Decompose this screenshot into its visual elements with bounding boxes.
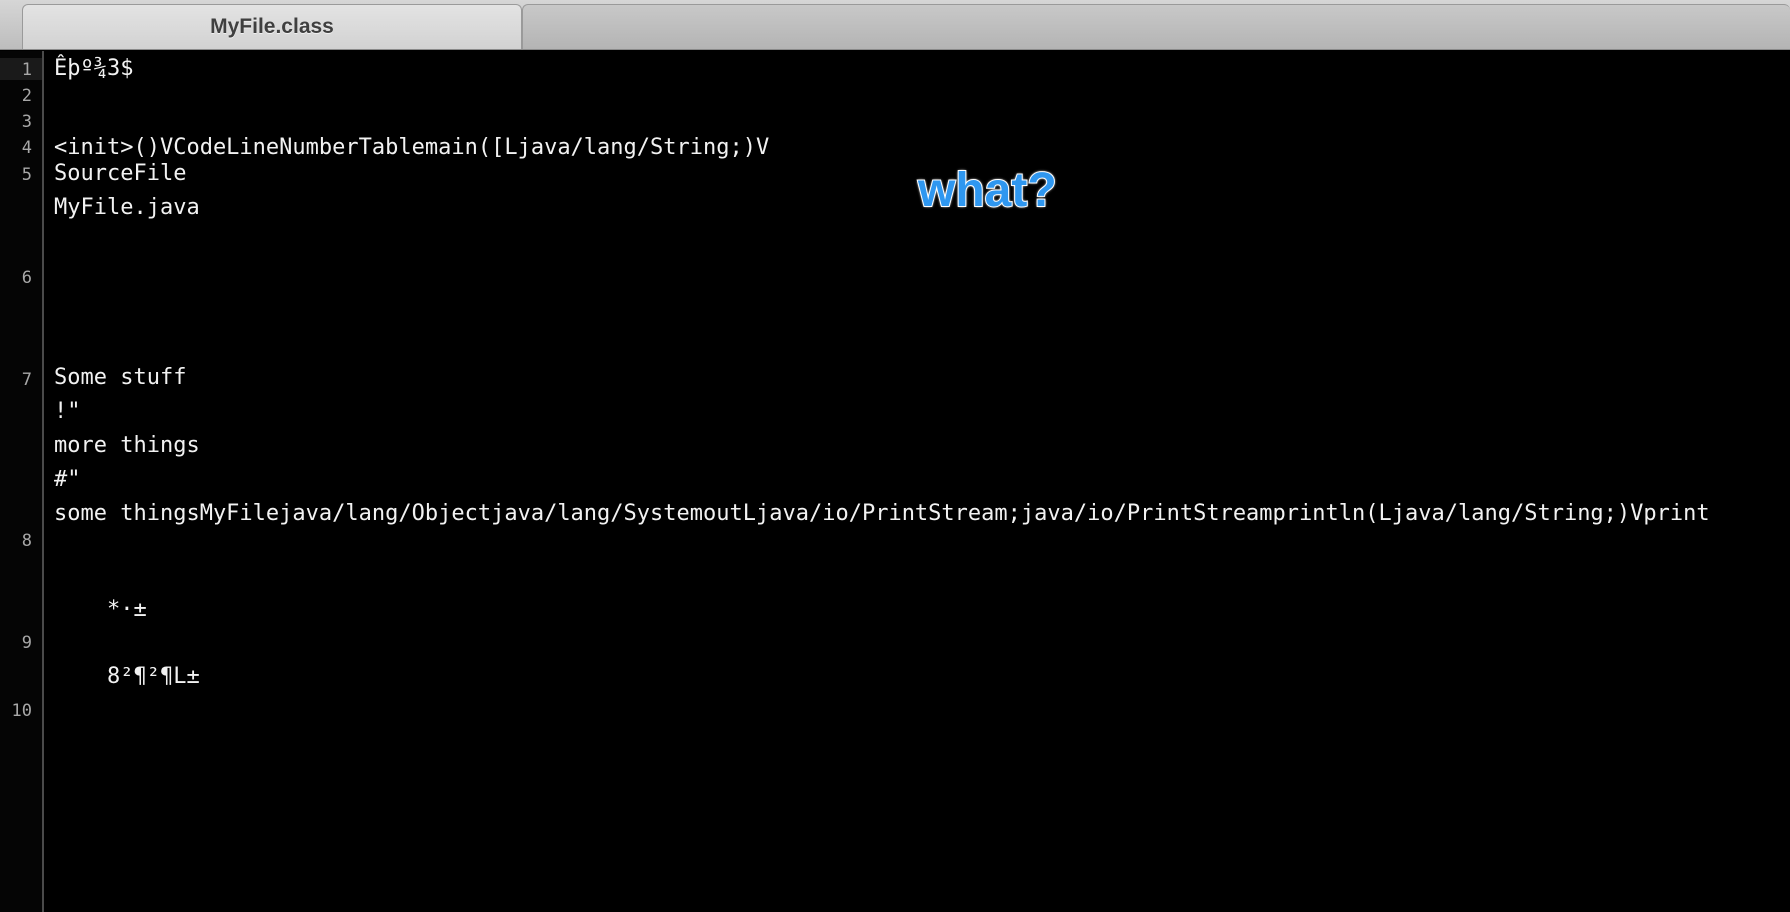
annotation-label: what? <box>917 163 1058 218</box>
tab-bar: MyFile.class <box>0 0 1790 50</box>
line-number: 4 <box>21 138 32 158</box>
code-line: *·± <box>54 597 147 622</box>
editor[interactable]: 1 2 3 4 5 6 7 8 9 10 Êþº¾3$ <init>()VCod… <box>0 51 1790 912</box>
code-line: #" <box>54 467 81 492</box>
line-number: 9 <box>21 633 32 653</box>
tab-title: MyFile.class <box>210 15 334 38</box>
line-number: 3 <box>21 112 32 132</box>
tab-myfile-class[interactable]: MyFile.class <box>22 4 522 49</box>
line-number: 1 <box>21 60 32 80</box>
code-line: SourceFile <box>54 161 187 186</box>
code-line: !" <box>54 399 81 424</box>
tab-bar-empty-area <box>522 4 1790 49</box>
line-number: 6 <box>21 268 32 288</box>
code-line: Some stuff <box>54 365 187 390</box>
line-number: 7 <box>21 370 32 390</box>
code-line: 8²¶²¶L± <box>54 664 200 689</box>
line-number-gutter: 1 2 3 4 5 6 7 8 9 10 <box>0 51 44 912</box>
code-line: some thingsMyFilejava/lang/Objectjava/la… <box>54 501 1710 526</box>
code-line: Êþº¾3$ <box>54 56 134 81</box>
line-number: 2 <box>21 86 32 106</box>
code-line: more things <box>54 433 200 458</box>
line-number: 8 <box>21 531 32 551</box>
line-number: 10 <box>11 701 32 721</box>
code-line: MyFile.java <box>54 195 200 220</box>
line-number: 5 <box>21 165 32 185</box>
code-line: <init>()VCodeLineNumberTablemain([Ljava/… <box>54 135 770 160</box>
